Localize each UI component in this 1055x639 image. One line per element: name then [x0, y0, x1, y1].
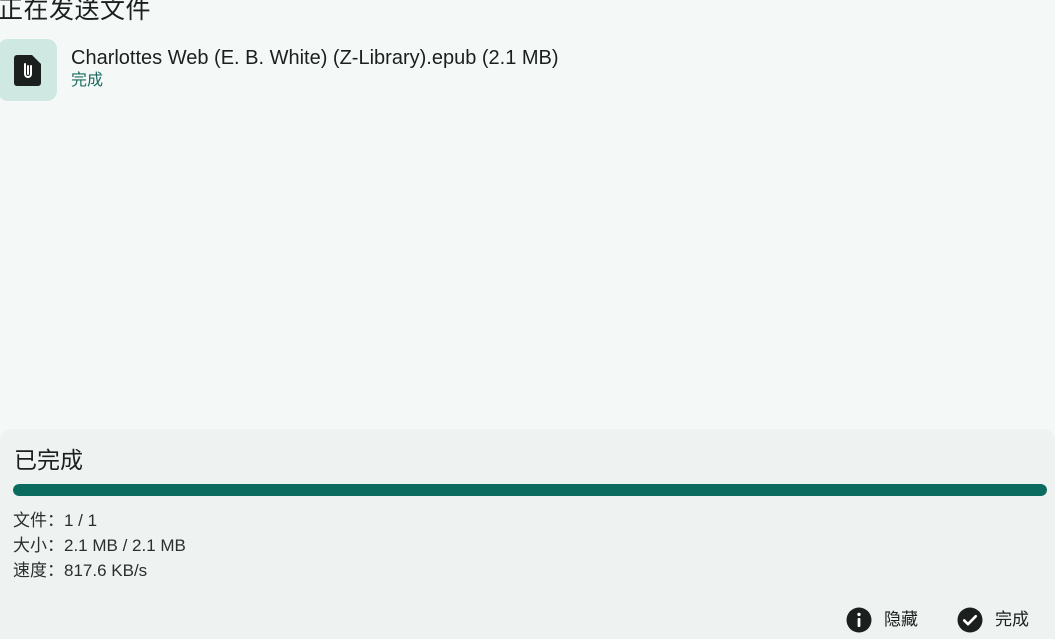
file-list-item: Charlottes Web (E. B. White) (Z-Library)… [0, 39, 559, 103]
page-title: 正在发送文件 [0, 0, 152, 24]
speed-text: 速度：817.6 KB/s [13, 561, 148, 580]
transfer-stats: 文件：1 / 1 大小：2.1 MB / 2.1 MB 速度：817.6 KB/… [13, 508, 186, 583]
action-bar: 隐藏 完成 [845, 606, 1029, 634]
hide-button[interactable]: 隐藏 [845, 606, 918, 634]
hide-button-label: 隐藏 [884, 610, 918, 629]
transfer-status-title: 已完成 [14, 447, 83, 473]
files-count-text: 文件：1 / 1 [13, 511, 98, 530]
file-status: 完成 [71, 72, 104, 89]
attachment-file-icon [13, 55, 41, 86]
file-text-block: Charlottes Web (E. B. White) (Z-Library)… [71, 39, 559, 93]
done-button[interactable]: 完成 [956, 606, 1029, 634]
check-circle-icon [956, 606, 984, 634]
file-icon-tile [0, 39, 57, 101]
done-button-label: 完成 [995, 610, 1029, 629]
file-name: Charlottes Web (E. B. White) (Z-Library)… [71, 47, 559, 69]
info-icon [845, 606, 873, 634]
progress-bar [13, 484, 1047, 496]
send-files-page: 正在发送文件 Charlottes Web (E. B. White) (Z-L… [0, 0, 1055, 639]
transfer-summary-panel: 已完成 文件：1 / 1 大小：2.1 MB / 2.1 MB 速度：817.6… [0, 429, 1055, 639]
progress-bar-fill [13, 484, 1047, 496]
size-text: 大小：2.1 MB / 2.1 MB [13, 536, 186, 555]
